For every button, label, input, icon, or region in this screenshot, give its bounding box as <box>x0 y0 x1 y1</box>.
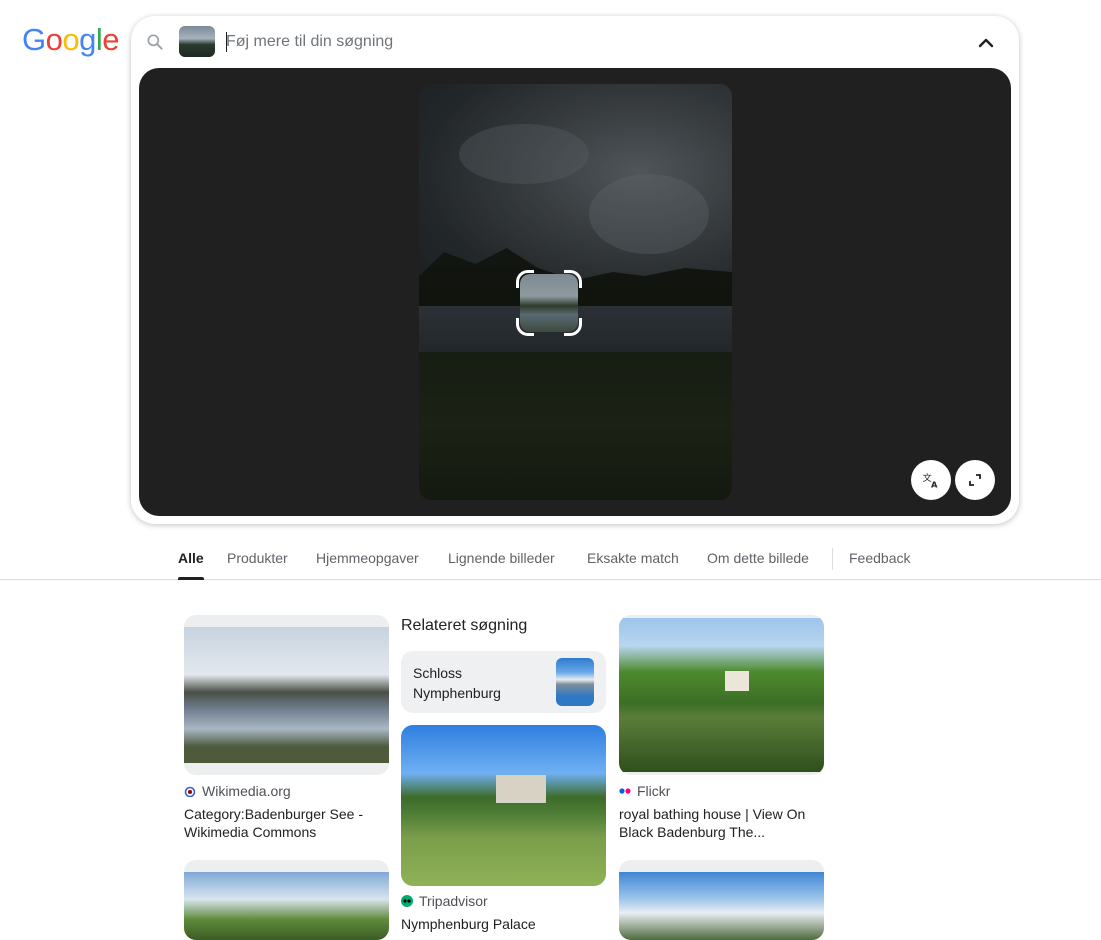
corner-handle <box>516 270 534 288</box>
related-search-heading: Relateret søgning <box>401 617 528 634</box>
related-search-thumbnail <box>556 658 594 706</box>
result-image[interactable] <box>619 860 824 940</box>
corner-handle <box>564 270 582 288</box>
query-image-thumbnail[interactable] <box>179 26 215 57</box>
tab-divider <box>832 548 833 570</box>
house-shape <box>725 671 749 691</box>
flickr-icon <box>619 788 631 794</box>
tab-feedback[interactable]: Feedback <box>849 550 910 566</box>
result-source-name: Wikimedia.org <box>202 783 291 799</box>
logo-letter-g: G <box>22 22 46 57</box>
result-title[interactable]: Nymphenburg Palace <box>401 915 606 933</box>
logo-letter-g2: g <box>79 22 96 57</box>
tab-eksakte-match[interactable]: Eksakte match <box>587 550 679 566</box>
query-image[interactable] <box>419 84 732 500</box>
lens-target-icon[interactable] <box>516 270 582 336</box>
corner-handle <box>516 318 534 336</box>
result-source[interactable]: Flickr <box>619 783 670 799</box>
result-image-flickr[interactable] <box>619 615 824 775</box>
result-photo <box>619 872 824 940</box>
search-icon[interactable] <box>145 32 165 52</box>
result-source-name: Tripadvisor <box>419 893 488 909</box>
translate-icon: 文 A <box>923 472 938 490</box>
result-source[interactable]: Wikimedia.org <box>184 783 291 799</box>
svg-text:A: A <box>931 480 938 490</box>
logo-letter-e: e <box>102 22 120 57</box>
palace-shape <box>496 775 546 803</box>
result-title[interactable]: Category:Badenburger See - Wikimedia Com… <box>184 805 389 841</box>
result-image-tripadvisor[interactable] <box>401 725 606 886</box>
expand-icon <box>969 474 981 486</box>
search-row <box>131 16 1019 68</box>
expand-button[interactable] <box>955 460 995 500</box>
tab-produkter[interactable]: Produkter <box>227 550 288 566</box>
chevron-up-icon[interactable] <box>973 30 999 56</box>
result-tabs: Alle Produkter Hjemmeopgaver Lignende bi… <box>0 538 1101 580</box>
result-image[interactable] <box>184 860 389 940</box>
result-source[interactable]: Tripadvisor <box>401 893 488 909</box>
text-caret <box>226 32 227 52</box>
result-image-wikimedia[interactable] <box>184 615 389 775</box>
logo-letter-o2: o <box>62 22 80 57</box>
tab-hjemmeopgaver[interactable]: Hjemmeopgaver <box>316 550 419 566</box>
tab-alle[interactable]: Alle <box>178 550 204 580</box>
search-input[interactable] <box>226 29 946 55</box>
result-source-name: Flickr <box>637 783 671 799</box>
result-photo <box>184 627 389 763</box>
related-search-chip[interactable]: Schloss Nymphenburg <box>401 651 606 713</box>
logo-letter-o1: o <box>45 22 63 57</box>
wikimedia-icon <box>184 786 196 797</box>
image-viewer: 文 A <box>139 68 1011 516</box>
tripadvisor-icon <box>401 895 413 907</box>
tab-om-dette-billede[interactable]: Om dette billede <box>707 550 809 566</box>
result-photo <box>619 618 824 772</box>
tab-lignende-billeder[interactable]: Lignende billeder <box>448 550 555 566</box>
result-title[interactable]: royal bathing house | View On Black Bade… <box>619 805 824 841</box>
corner-handle <box>564 318 582 336</box>
related-search-label: Schloss Nymphenburg <box>413 665 501 701</box>
result-photo <box>184 872 389 940</box>
translate-button[interactable]: 文 A <box>911 460 951 500</box>
google-logo[interactable]: Google <box>22 22 120 58</box>
search-panel: 文 A <box>131 16 1019 524</box>
